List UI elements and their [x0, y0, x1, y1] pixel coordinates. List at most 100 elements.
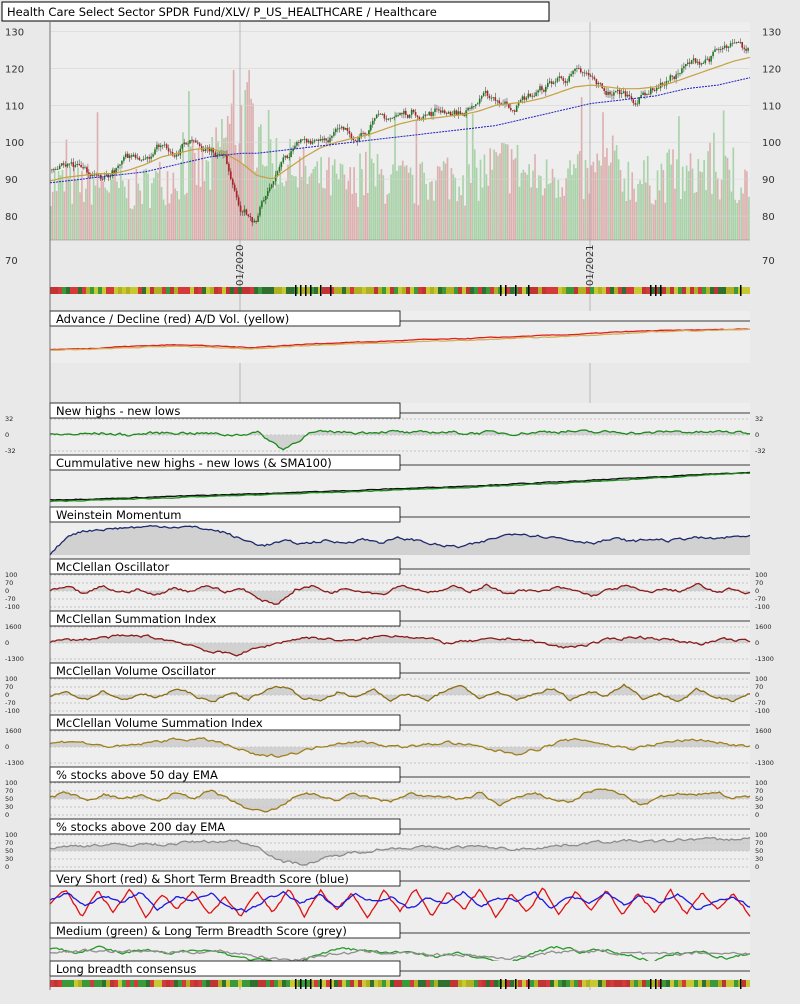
strip-cell [286, 287, 290, 294]
panel-title: % stocks above 200 day EMA [56, 820, 225, 834]
volume-bar [446, 157, 449, 240]
strip-cell [746, 980, 750, 987]
strip-cell [326, 287, 330, 294]
panel-axis-label-left: 70 [5, 579, 13, 587]
candle-body [288, 157, 290, 158]
candle-body [492, 97, 495, 98]
candle-body [669, 75, 672, 81]
volume-bar [285, 180, 287, 240]
strip-marker [650, 978, 652, 989]
volume-bar [98, 187, 101, 240]
candle-body [607, 91, 609, 95]
strip-cell [730, 287, 734, 294]
volume-bar [209, 189, 212, 240]
strip-cell [338, 980, 342, 987]
candle-body [282, 157, 285, 163]
strip-cell [550, 287, 554, 294]
volume-bar [314, 166, 317, 240]
strip-cell [686, 980, 690, 987]
candle-body [53, 169, 55, 171]
strip-cell [694, 287, 698, 294]
strip-cell [214, 287, 218, 294]
volume-bar [602, 112, 604, 240]
strip-cell [518, 287, 522, 294]
strip-cell [346, 287, 350, 294]
volume-bar [483, 154, 486, 240]
volume-bar [676, 159, 678, 240]
candle-body [644, 92, 646, 96]
strip-cell [590, 287, 594, 294]
candle-body [722, 47, 724, 50]
volume-bar [96, 112, 99, 240]
volume-bar [345, 189, 348, 240]
strip-cell [186, 287, 190, 294]
strip-cell [274, 287, 278, 294]
volume-bar [460, 195, 462, 240]
strip-cell [626, 287, 630, 294]
strip-cell [546, 287, 550, 294]
strip-cell [494, 980, 498, 987]
strip-cell [78, 287, 82, 294]
strip-cell [186, 980, 190, 987]
strip-marker [740, 978, 742, 989]
volume-bar [69, 167, 72, 240]
volume-bar [372, 163, 375, 240]
volume-bar [543, 188, 546, 240]
strip-cell [618, 980, 622, 987]
strip-cell [114, 980, 118, 987]
strip-cell [490, 980, 494, 987]
volume-bar [610, 162, 612, 240]
volume-bar [361, 169, 363, 240]
candle-body [671, 75, 673, 77]
strip-cell [662, 287, 666, 294]
panel-axis-label-left: 30 [5, 855, 13, 863]
candle-body [51, 169, 53, 171]
strip-cell [270, 980, 274, 987]
volume-bar [271, 163, 274, 240]
price-tick-label-right: 120 [762, 64, 781, 75]
panel-title: Medium (green) & Long Term Breadth Score… [56, 924, 347, 938]
strip-cell [94, 287, 98, 294]
strip-cell [370, 980, 374, 987]
candle-body [459, 111, 462, 114]
candle-body [702, 63, 705, 64]
volume-bar [413, 203, 416, 240]
volume-bar [615, 145, 618, 240]
strip-cell [226, 980, 230, 987]
volume-bar [442, 161, 445, 240]
panel-axis-label-left: 50 [5, 847, 13, 855]
strip-cell [454, 287, 458, 294]
candle-body [181, 144, 183, 149]
volume-bar [536, 188, 538, 240]
price-tick-label-right: 70 [762, 256, 775, 267]
panel-vs: Very Short (red) & Short Term Breadth Sc… [49, 870, 751, 923]
candle-body [642, 92, 644, 95]
panel-axis-label-right: 0 [755, 691, 759, 699]
candle-body [298, 142, 300, 143]
strip-cell [146, 287, 150, 294]
strip-cell [350, 980, 354, 987]
candle-body [358, 137, 360, 142]
volume-bar [174, 188, 177, 240]
volume-bar [355, 192, 357, 240]
volume-bar [409, 167, 412, 240]
strip-cell [362, 980, 366, 987]
strip-cell [722, 287, 726, 294]
strip-cell [162, 287, 166, 294]
volume-bar [300, 177, 303, 240]
volume-bar [481, 187, 484, 240]
strip-cell [390, 287, 394, 294]
volume-bar [464, 205, 466, 240]
strip-cell [202, 980, 206, 987]
volume-bar [347, 180, 350, 240]
candle-body [457, 111, 460, 115]
volume-bar [190, 146, 192, 240]
candle-body [140, 159, 143, 161]
panel-axis-label-left: 0 [5, 743, 9, 751]
candle-body [62, 163, 65, 165]
signal-strip-bottom [50, 978, 750, 989]
strip-marker [528, 285, 530, 296]
strip-cell [638, 287, 642, 294]
strip-cell [82, 287, 86, 294]
candle-body [338, 127, 341, 129]
